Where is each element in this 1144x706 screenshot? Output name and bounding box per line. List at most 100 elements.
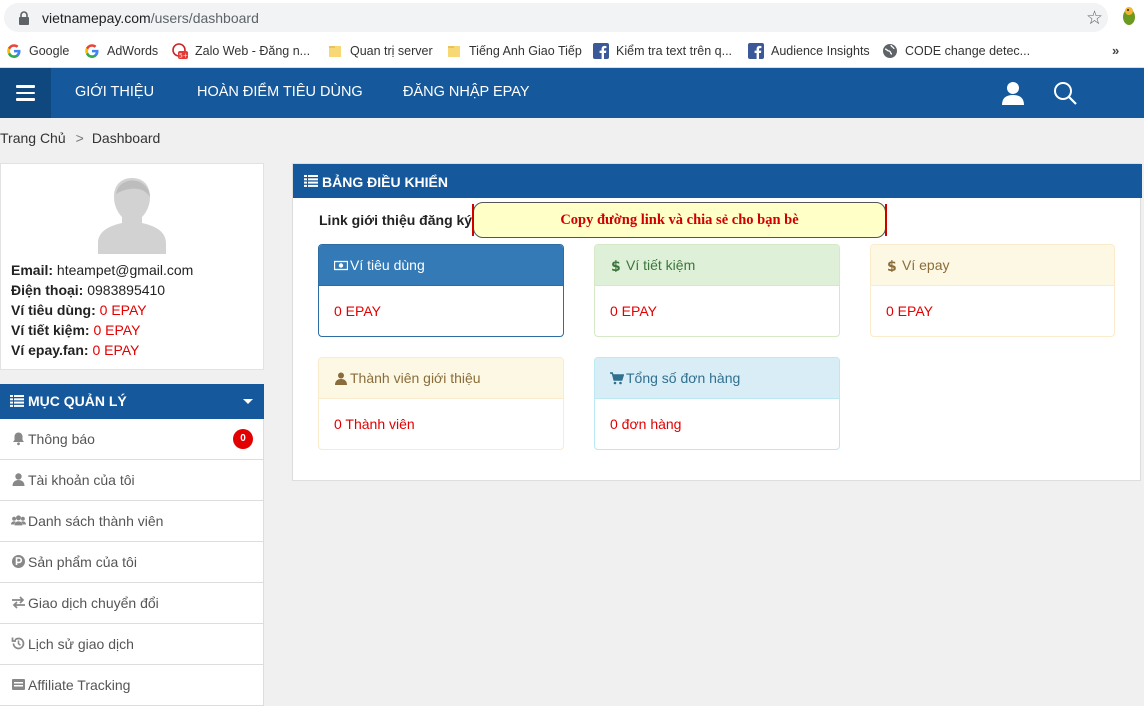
profile-wallet-save: Ví tiết kiệm: 0 EPAY	[11, 322, 141, 338]
card-value: 0 EPAY	[334, 303, 381, 319]
copy-referral-link-button[interactable]: Copy đường link và chia sẻ cho bạn bè	[472, 202, 887, 238]
bookmark-item[interactable]: Google	[6, 41, 69, 61]
card-vi-epay[interactable]: $ Ví epay 0 EPAY	[870, 244, 1115, 337]
menu-item-affiliate-tracking[interactable]: Affiliate Tracking	[0, 665, 264, 706]
google-icon	[7, 44, 21, 58]
card-vi-tieu-dung[interactable]: Ví tiêu dùng 0 EPAY	[318, 244, 564, 337]
bookmark-label: CODE change detec...	[905, 44, 1031, 58]
menu-item-tai-khoan[interactable]: Tài khoản của tôi	[0, 460, 264, 501]
notification-badge: 0	[233, 429, 253, 449]
breadcrumb-current: Dashboard	[91, 130, 161, 146]
card-vi-tiet-kiem[interactable]: $ Ví tiết kiệm 0 EPAY	[594, 244, 840, 337]
dashboard-title: BẢNG ĐIỀU KHIỂN	[322, 174, 449, 190]
menu-item-san-pham[interactable]: Sản phẩm của tôi	[0, 542, 264, 583]
nav-link-hoan-diem[interactable]: HOÀN ĐIỂM TIÊU DÙNG	[197, 84, 363, 100]
card-value: 0 EPAY	[886, 303, 933, 319]
user-icon	[12, 473, 25, 486]
extension-icon[interactable]	[1118, 5, 1140, 27]
card-title: Ví tiết kiệm	[626, 257, 696, 273]
bookmark-label: Kiểm tra text trên q...	[616, 44, 733, 58]
exchange-icon	[12, 596, 25, 609]
bookmark-item[interactable]: 5+ Zalo Web - Đăng n...	[172, 41, 310, 61]
dashboard-panel: BẢNG ĐIỀU KHIỂN Link giới thiệu đăng ký …	[292, 163, 1142, 481]
nav-link-dang-nhap-epay[interactable]: ĐĂNG NHẬP EPAY	[403, 84, 530, 100]
money-icon	[334, 260, 348, 271]
avatar	[98, 178, 166, 254]
users-icon	[11, 515, 26, 526]
bookmarks-bar: Google AdWords 5+ Zalo Web - Đăng n... Q…	[0, 35, 1144, 68]
caret-down-icon[interactable]	[243, 399, 253, 404]
url-field[interactable]: vietnamepay.com/users/dashboard ☆	[4, 3, 1108, 32]
menu-item-label: Giao dịch chuyển đổi	[28, 595, 159, 611]
history-icon	[11, 637, 25, 650]
menu-item-giao-dich-chuyen-doi[interactable]: Giao dịch chuyển đổi	[0, 583, 264, 624]
breadcrumb-home-link[interactable]: Trang Chủ	[0, 130, 66, 146]
zalo-icon: 5+	[172, 43, 188, 59]
product-p-icon	[12, 555, 25, 568]
dollar-icon: $	[887, 259, 897, 272]
bookmark-label: Quan trị server	[350, 44, 433, 58]
card-value: 0 EPAY	[610, 303, 657, 319]
bookmark-item[interactable]: Audience Insights	[748, 41, 870, 61]
profile-wallet-fan: Ví epay.fan: 0 EPAY	[11, 342, 140, 358]
bookmark-item[interactable]: Quan trị server	[327, 41, 433, 61]
menu-item-label: Tài khoản của tôi	[28, 472, 135, 488]
tracking-icon	[12, 679, 25, 690]
card-header: Tổng số đơn hàng	[595, 358, 839, 399]
folder-icon	[329, 46, 341, 57]
card-tong-so-don-hang[interactable]: Tổng số đơn hàng 0 đơn hàng	[594, 357, 840, 450]
nav-link-gioi-thieu[interactable]: GIỚI THIỆU	[75, 84, 154, 100]
card-thanh-vien-gioi-thieu[interactable]: Thành viên giới thiệu 0 Thành viên	[318, 357, 564, 450]
hamburger-menu-button[interactable]	[0, 68, 51, 118]
facebook-icon	[748, 43, 764, 59]
list-icon	[10, 395, 24, 407]
menu-item-label: Danh sách thành viên	[28, 513, 164, 529]
svg-text:5+: 5+	[179, 53, 188, 60]
card-header: $ Ví epay	[871, 245, 1114, 286]
menu-item-danh-sach-thanh-vien[interactable]: Danh sách thành viên	[0, 501, 264, 542]
bookmark-label: Zalo Web - Đăng n...	[195, 44, 311, 58]
url-text: vietnamepay.com/users/dashboard	[42, 10, 259, 26]
card-title: Ví epay	[902, 257, 950, 273]
profile-card: Email: hteampet@gmail.com Điện thoại: 09…	[0, 163, 264, 370]
facebook-icon	[593, 43, 609, 59]
svg-text:$: $	[887, 259, 897, 272]
card-title: Thành viên giới thiệu	[350, 370, 481, 386]
folder-icon	[448, 46, 460, 57]
dollar-icon: $	[611, 259, 621, 272]
google-icon	[85, 44, 99, 58]
menu-header[interactable]: MỤC QUẢN LÝ	[0, 384, 264, 419]
cart-icon	[610, 372, 624, 385]
user-icon	[335, 372, 347, 385]
bookmark-star-icon[interactable]: ☆	[1086, 7, 1103, 30]
browser-address-bar: vietnamepay.com/users/dashboard ☆	[0, 0, 1144, 35]
card-value: 0 Thành viên	[334, 416, 415, 432]
card-header: $ Ví tiết kiệm	[595, 245, 839, 286]
card-value: 0 đơn hàng	[610, 416, 682, 432]
bookmark-label: AdWords	[107, 44, 159, 58]
search-icon[interactable]	[1053, 81, 1077, 105]
bookmark-item[interactable]: AdWords	[84, 41, 158, 61]
user-icon[interactable]	[1002, 81, 1024, 105]
menu-item-lich-su-giao-dich[interactable]: Lịch sử giao dịch	[0, 624, 264, 665]
menu-item-label: Thông báo	[28, 431, 95, 447]
card-header: Thành viên giới thiệu	[319, 358, 563, 399]
menu-item-label: Lịch sử giao dịch	[28, 636, 134, 652]
lock-icon	[19, 11, 29, 25]
more-bookmarks-button[interactable]: »	[1112, 43, 1119, 58]
bookmark-label: Audience Insights	[771, 44, 870, 58]
site-navbar: GIỚI THIỆU HOÀN ĐIỂM TIÊU DÙNG ĐĂNG NHẬP…	[0, 68, 1144, 118]
bookmark-item[interactable]: CODE change detec...	[882, 41, 1030, 61]
breadcrumb-separator: >	[75, 130, 84, 146]
profile-email: Email: hteampet@gmail.com	[11, 262, 194, 278]
profile-phone: Điện thoại: 0983895410	[11, 282, 166, 298]
referral-link-label: Link giới thiệu đăng ký	[319, 212, 473, 228]
profile-wallet-spend: Ví tiêu dùng: 0 EPAY	[11, 302, 147, 318]
menu-item-thong-bao[interactable]: Thông báo 0	[0, 419, 264, 460]
card-title: Tổng số đơn hàng	[626, 370, 741, 386]
menu-item-label: Sản phẩm của tôi	[28, 554, 137, 570]
bookmark-item[interactable]: Tiếng Anh Giao Tiếp	[446, 41, 582, 61]
globe-icon	[883, 44, 897, 58]
breadcrumb: Trang Chủ > Dashboard	[0, 130, 160, 146]
bookmark-item[interactable]: Kiểm tra text trên q...	[593, 41, 732, 61]
